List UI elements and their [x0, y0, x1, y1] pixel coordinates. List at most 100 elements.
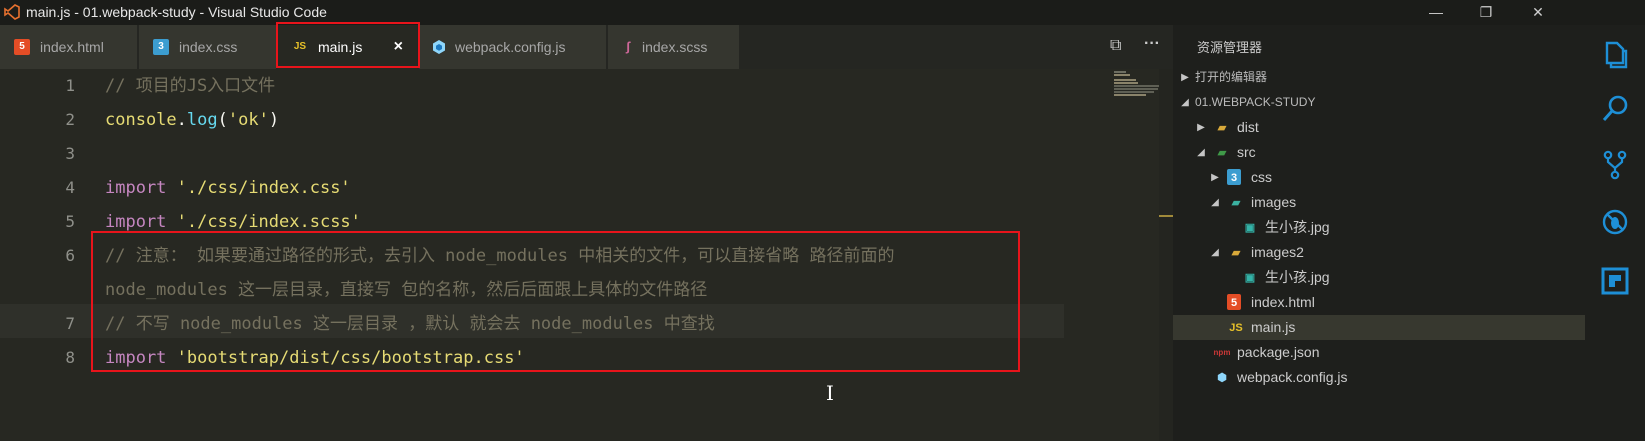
code-line[interactable]: 2 console.log('ok') — [0, 103, 1170, 137]
scrollbar-marker — [1159, 215, 1173, 217]
debug-icon[interactable] — [1599, 206, 1631, 238]
code-token: './css/index.css' — [176, 178, 351, 198]
code-text: import './css/index.css' — [105, 171, 351, 205]
webpack-icon: ⬢ — [1217, 372, 1227, 384]
tree-item-label: 生小孩.jpg — [1265, 219, 1330, 235]
tree-item-label: dist — [1237, 119, 1259, 135]
line-number: 8 — [65, 348, 75, 367]
explorer-title: 资源管理器 — [1197, 40, 1263, 55]
src-folder-icon: ▰ — [1217, 147, 1227, 159]
line-number: 6 — [65, 246, 75, 265]
tree-item-label: images2 — [1251, 244, 1304, 260]
tree-item[interactable]: ▣ 生小孩.jpg — [1173, 265, 1585, 290]
tree-item[interactable]: ◢ ▰ images2 — [1173, 240, 1585, 265]
tab-index-html[interactable]: 5 index.html — [0, 25, 137, 69]
vscode-logo-icon — [4, 4, 20, 20]
tree-item[interactable]: npm package.json — [1173, 340, 1585, 365]
tree-item-label: main.js — [1251, 319, 1296, 335]
sass-icon: ʃ — [625, 39, 631, 54]
code-token: console — [105, 110, 177, 130]
tree-item-label: src — [1237, 144, 1256, 160]
tree-item[interactable]: ◢ ▰ src — [1173, 140, 1585, 165]
explorer-sidebar: 资源管理器 ▶ 打开的编辑器 ◢ 01.WEBPACK-STUDY ▶ ▰ dist… — [1173, 25, 1585, 441]
more-actions-icon[interactable]: ··· — [1144, 35, 1160, 53]
webpack-icon — [431, 39, 447, 55]
line-number: 5 — [65, 212, 75, 231]
code-token: . — [176, 110, 187, 130]
images-folder-icon: ▰ — [1231, 197, 1241, 209]
code-text: // 项目的JS入口文件 — [105, 69, 275, 103]
section-label: 01.WEBPACK-STUDY — [1195, 95, 1316, 109]
tree-item[interactable]: ⬢ webpack.config.js — [1173, 365, 1585, 390]
window-title: main.js - 01.webpack-study - Visual Stud… — [26, 4, 327, 20]
source-control-icon[interactable] — [1599, 149, 1631, 181]
close-window-button[interactable]: ✕ — [1515, 0, 1561, 25]
chevron-down-icon[interactable]: ◢ — [1195, 140, 1207, 165]
highlight-box-tab — [276, 22, 420, 68]
code-text: console.log('ok') — [105, 103, 279, 137]
tree-item-label: css — [1251, 169, 1272, 185]
chevron-right-icon: ▶ — [1181, 72, 1189, 83]
folder-open-icon: ▰ — [1231, 247, 1241, 259]
code-token: log — [186, 110, 218, 130]
tree-item-label: package.json — [1237, 344, 1320, 360]
chevron-down-icon[interactable]: ◢ — [1209, 190, 1221, 215]
code-token: './css/index.scss' — [176, 212, 361, 232]
minimize-button[interactable]: — — [1413, 0, 1459, 25]
line-number: 1 — [65, 76, 75, 95]
tree-item[interactable]: ▶ 3 css — [1173, 165, 1585, 190]
chevron-right-icon[interactable]: ▶ — [1195, 115, 1207, 140]
open-editors-section[interactable]: ▶ 打开的编辑器 — [1173, 65, 1585, 90]
line-number: 7 — [65, 314, 75, 333]
split-editor-icon[interactable]: ⧉ — [1110, 37, 1121, 55]
code-token: import — [105, 212, 167, 232]
code-token: // 项目的JS入口文件 — [105, 76, 276, 96]
tree-item[interactable]: ▣ 生小孩.jpg — [1173, 215, 1585, 240]
search-icon[interactable] — [1599, 93, 1631, 125]
tab-label: index.css — [179, 39, 238, 55]
image-file-icon: ▣ — [1244, 272, 1256, 284]
maximize-button[interactable]: ❐ — [1463, 0, 1509, 25]
files-icon[interactable] — [1599, 39, 1631, 71]
tree-item-label: images — [1251, 194, 1297, 210]
tree-item[interactable]: 5 index.html — [1173, 290, 1585, 315]
tree-item[interactable]: ◢ ▰ images — [1173, 190, 1585, 215]
npm-icon: npm — [1213, 348, 1231, 357]
title-bar: main.js - 01.webpack-study - Visual Stud… — [0, 0, 1645, 25]
tab-index-scss[interactable]: ʃ index.scss — [608, 25, 739, 69]
code-line[interactable]: 4 import './css/index.css' — [0, 171, 1170, 205]
tree-item-label: index.html — [1251, 294, 1315, 310]
chevron-down-icon[interactable]: ◢ — [1209, 240, 1221, 265]
code-token: 'ok' — [227, 110, 269, 130]
code-token: import — [105, 178, 167, 198]
tree-item[interactable]: ▶ ▰ dist — [1173, 115, 1585, 140]
chevron-right-icon[interactable]: ▶ — [1209, 165, 1221, 190]
folder-icon: ▰ — [1217, 122, 1227, 134]
code-token: ) — [268, 110, 280, 130]
line-number: 4 — [65, 178, 75, 197]
editor-tab-bar: 5 index.html 3 index.css JS main.js × we… — [0, 22, 1233, 69]
extensions-icon[interactable] — [1599, 265, 1631, 297]
activity-bar — [1585, 25, 1645, 441]
highlight-box-code — [91, 231, 1020, 372]
tab-label: index.html — [40, 39, 104, 55]
project-section[interactable]: ◢ 01.WEBPACK-STUDY — [1173, 90, 1585, 115]
tab-index-css[interactable]: 3 index.css — [139, 25, 276, 69]
tree-item[interactable]: JS main.js — [1173, 315, 1585, 340]
tab-label: webpack.config.js — [455, 39, 566, 55]
tree-item-label: webpack.config.js — [1237, 369, 1348, 385]
code-line[interactable]: 1 // 项目的JS入口文件 — [0, 69, 1170, 103]
tab-label: index.scss — [642, 39, 708, 55]
tab-webpack-config[interactable]: webpack.config.js — [419, 25, 606, 69]
html-file-icon: 5 — [1227, 294, 1241, 310]
editor-scrollbar[interactable] — [1159, 69, 1173, 441]
code-editor[interactable]: 1 // 项目的JS入口文件 2 console.log('ok') 3 4 import … — [0, 69, 1233, 441]
css-file-icon: 3 — [153, 39, 169, 55]
section-label: 打开的编辑器 — [1195, 70, 1268, 84]
code-token: ( — [217, 110, 228, 130]
line-number: 3 — [65, 144, 75, 163]
js-file-icon: JS — [1229, 322, 1243, 334]
code-line[interactable]: 3 — [0, 137, 1170, 171]
